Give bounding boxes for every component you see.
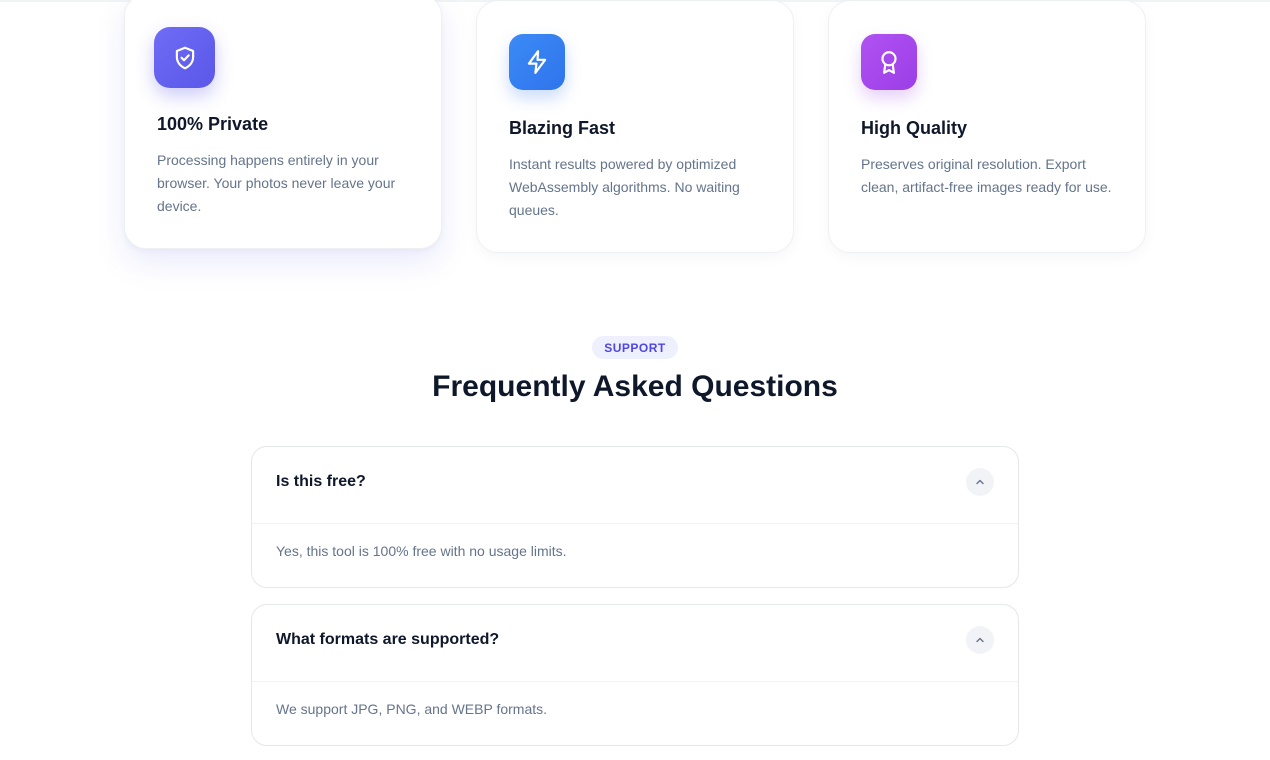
feature-card-fast: Blazing Fast Instant results powered by … xyxy=(476,0,794,253)
lightning-icon xyxy=(509,34,565,90)
collapse-button[interactable] xyxy=(966,468,994,496)
feature-description: Preserves original resolution. Export cl… xyxy=(861,156,1112,195)
feature-title: Blazing Fast xyxy=(509,118,616,138)
feature-card-private: 100% Private Processing happens entirely… xyxy=(124,0,442,249)
faq-question-toggle[interactable]: Is this free? xyxy=(252,447,1018,524)
faq-title: Frequently Asked Questions xyxy=(432,370,838,403)
faq-question-toggle[interactable]: What formats are supported? xyxy=(252,605,1018,682)
chevron-up-icon xyxy=(976,637,984,643)
faq-answer: We support JPG, PNG, and WEBP formats. xyxy=(276,701,548,717)
faq-item: Is this free? Yes, this tool is 100% fre… xyxy=(251,446,1019,588)
feature-title: High Quality xyxy=(861,118,968,138)
feature-description: Processing happens entirely in your brow… xyxy=(157,152,396,214)
faq-question: What formats are supported? xyxy=(276,631,500,648)
shield-check-icon xyxy=(154,27,215,88)
chevron-up-icon xyxy=(976,479,984,485)
feature-title: 100% Private xyxy=(157,114,269,134)
collapse-button[interactable] xyxy=(966,626,994,654)
faq-answer: Yes, this tool is 100% free with no usag… xyxy=(276,543,567,559)
award-icon xyxy=(861,34,917,90)
feature-description: Instant results powered by optimized Web… xyxy=(509,156,740,218)
faq-item: What formats are supported? We support J… xyxy=(251,604,1019,746)
section-badge: SUPPORT xyxy=(592,336,678,359)
page: 100% Private Processing happens entirely… xyxy=(0,0,1270,760)
faq-question: Is this free? xyxy=(276,473,366,490)
feature-card-quality: High Quality Preserves original resoluti… xyxy=(828,0,1146,253)
